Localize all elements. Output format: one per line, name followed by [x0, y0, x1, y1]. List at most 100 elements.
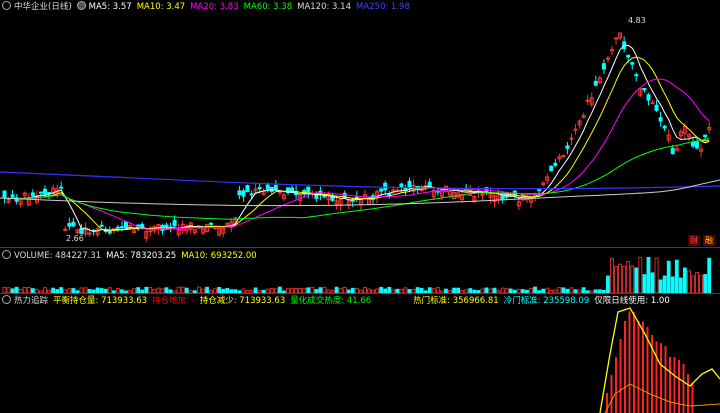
ma120-line — [0, 179, 720, 207]
volume-bar — [650, 272, 655, 293]
volume-bar — [658, 279, 663, 293]
candle-body — [610, 49, 614, 52]
ma60-label: MA60: 3.38 — [243, 2, 293, 12]
low-price-label: 2.66 — [66, 234, 84, 243]
candle-body — [549, 165, 554, 172]
volume-bar — [670, 276, 675, 293]
candle-body — [172, 219, 177, 227]
candle-body — [241, 190, 246, 197]
indicator-toggle-icon[interactable] — [76, 1, 86, 10]
position-decrease: 持仓减少: 713933.63 — [199, 296, 286, 306]
volume-bar — [646, 257, 651, 293]
candle-body — [67, 223, 72, 227]
volume-bar — [626, 261, 631, 293]
candle-body — [63, 228, 68, 231]
volume-bar — [622, 265, 627, 293]
volume-ma10: MA10: 693252.00 — [181, 251, 257, 261]
balance-position: 平衡持仓量: 713933.63 — [53, 296, 148, 306]
ma20-line — [4, 78, 710, 230]
indicator-name: 热力追踪 — [14, 296, 49, 306]
candle-body — [565, 145, 570, 149]
candle-body — [59, 186, 64, 189]
candle-body — [269, 186, 274, 192]
candle-body — [245, 185, 250, 193]
candle-body — [500, 194, 505, 200]
price-legend: 中华企业(日线) MA5: 3.57 MA10: 3.47 MA20: 3.83 MA6… — [2, 1, 415, 14]
volume-bar — [666, 260, 671, 293]
candle-body — [658, 117, 663, 122]
volume-bar — [678, 277, 683, 293]
trade-heat: 量化成交热度: 41.66 — [290, 296, 372, 306]
candle-body — [407, 180, 412, 189]
candle-body — [273, 184, 278, 190]
ma250-label: MA250: 1.98 — [355, 2, 410, 12]
candle-body — [646, 94, 651, 101]
candle-body — [10, 194, 15, 198]
volume-bar — [630, 265, 635, 293]
volume-panel[interactable]: VOLUME: 484227.31 MA5: 783203.25 MA10: 693… — [0, 249, 720, 293]
volume-bar — [654, 257, 659, 293]
candle-body — [626, 54, 631, 58]
panel-divider — [0, 247, 720, 248]
ma120-label: MA120: 3.14 — [297, 2, 351, 12]
price-chart-panel[interactable]: 中华企业(日线) MA5: 3.57 MA10: 3.47 MA20: 3.83 MA6… — [0, 0, 720, 247]
heat-line-2 — [604, 383, 720, 413]
candle-body — [30, 192, 35, 197]
volume-bar — [642, 274, 647, 293]
candle-body — [569, 137, 574, 140]
candle-body — [605, 57, 610, 60]
volume-bar — [703, 274, 708, 293]
volume-bar — [707, 257, 712, 293]
candle-body — [38, 191, 43, 194]
candle-body — [553, 162, 558, 166]
volume-ma5: MA5: 783203.25 — [106, 251, 177, 261]
stock-title: 中华企业(日线) — [14, 2, 72, 12]
volume-value: VOLUME: 484227.31 — [14, 251, 102, 261]
volume-bar — [610, 257, 614, 293]
margin-badge[interactable]: 融 — [703, 235, 715, 246]
daily-only: 仅限日线使用: 1.00 — [594, 296, 670, 306]
candle-body — [654, 104, 659, 111]
candle-body — [670, 148, 675, 155]
volume-bar — [634, 267, 639, 293]
heat-tracking-panel[interactable]: 热力追踪 平衡持仓量: 713933.63 持仓增加: - 持仓减少: 713933.… — [0, 294, 720, 413]
candle-body — [124, 221, 128, 229]
candle-body — [2, 190, 7, 199]
candle-body — [99, 224, 104, 227]
candlestick-chart[interactable]: 4.83 2.66 — [0, 0, 720, 247]
ma10-label: MA10: 3.47 — [136, 2, 186, 12]
ma250-line — [0, 171, 720, 190]
hot-standard: 热门标准: 356966.81 — [413, 296, 499, 306]
volume-bar — [687, 270, 691, 293]
ma60-line — [4, 137, 710, 220]
volume-bar — [638, 256, 643, 293]
heat-indicator-chart — [599, 307, 720, 413]
indicator-legend: 热力追踪 平衡持仓量: 713933.63 持仓增加: - 持仓减少: 713933.… — [2, 295, 675, 308]
candle-body — [107, 229, 112, 234]
volume-bar — [662, 275, 667, 293]
volume-bar — [618, 263, 622, 293]
volume-bar — [699, 275, 703, 293]
ma5-label: MA5: 3.57 — [88, 2, 132, 12]
finance-badge[interactable]: 财 — [688, 235, 700, 246]
candle-body — [399, 183, 404, 188]
candle-body — [662, 125, 667, 129]
indicator-settings-icon[interactable] — [2, 295, 11, 304]
candle-body — [379, 188, 384, 192]
volume-bar — [606, 275, 610, 293]
candle-body — [695, 141, 700, 149]
volume-settings-icon[interactable] — [2, 250, 11, 259]
candle-body — [630, 62, 635, 65]
ma20-label: MA20: 3.83 — [190, 2, 239, 12]
cold-standard: 冷门标准: 235598.09 — [503, 296, 590, 306]
candle-body — [601, 63, 606, 70]
volume-bar — [614, 266, 618, 293]
candle-body — [265, 184, 270, 190]
candle-body — [650, 102, 655, 105]
candle-body — [573, 128, 578, 131]
settings-circle-icon[interactable] — [2, 1, 11, 10]
candle-body — [71, 221, 76, 227]
candle-body — [703, 134, 708, 138]
candle-body — [642, 87, 647, 91]
volume-bar — [683, 267, 687, 293]
